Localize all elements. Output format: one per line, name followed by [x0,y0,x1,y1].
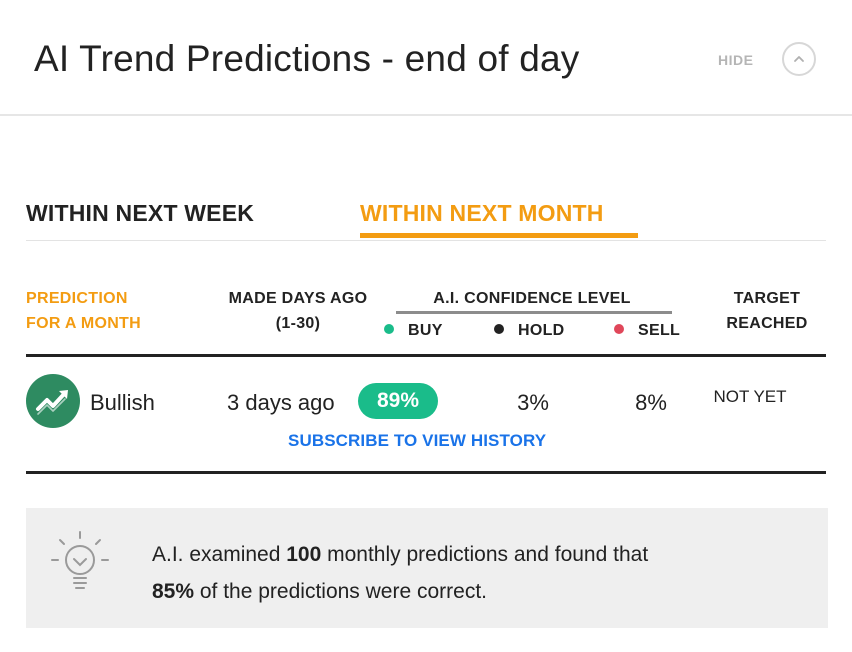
lightbulb-icon [51,531,109,589]
confidence-divider [396,311,672,314]
target-reached-value: NOT YET [713,387,787,406]
header-target-line2: REACHED [726,315,808,332]
hold-dot-icon [494,324,504,334]
tab-within-next-month[interactable]: WITHIN NEXT MONTH [360,200,604,227]
legend-sell: SELL [614,322,680,340]
header-made-days-ago: MADE DAYS AGO (1-30) [210,286,386,336]
timeframe-tabs: WITHIN NEXT WEEK WITHIN NEXT MONTH [26,198,826,241]
chevron-up-icon [794,56,804,62]
insight-text-c: of the predictions were correct. [194,580,487,603]
collapse-button[interactable] [782,42,816,76]
insight-box: A.I. examined 100 monthly predictions an… [26,508,828,628]
active-tab-indicator [360,233,638,238]
header-target-reached: TARGET REACHED [700,286,834,336]
header-prediction-line2: FOR A MONTH [26,315,141,332]
insight-text: A.I. examined 100 monthly predictions an… [152,536,802,610]
insight-text-b: monthly predictions and found that [321,543,649,566]
header-made-line1: MADE DAYS AGO [228,290,368,307]
header-prediction-line1: PREDICTION [26,290,128,307]
sell-confidence-value: 8% [635,390,667,415]
table-header-divider [26,354,826,357]
legend-buy: BUY [384,322,443,340]
insight-count: 100 [286,543,322,566]
legend-buy-label: BUY [408,322,443,339]
header-target-line1: TARGET [733,290,801,307]
insight-text-a: A.I. examined [152,543,287,566]
buy-dot-icon [384,324,394,334]
insight-percent: 85% [152,580,195,603]
widget-header: AI Trend Predictions - end of day HIDE [0,0,852,116]
subscribe-history-link[interactable]: SUBSCRIBE TO VIEW HISTORY [288,431,546,451]
header-prediction: PREDICTION FOR A MONTH [26,286,141,336]
trend-up-icon [26,374,80,428]
hold-confidence-value: 3% [517,390,549,415]
header-confidence-level: A.I. CONFIDENCE LEVEL [433,290,631,307]
prediction-value: Bullish [90,390,155,415]
header-made-line2: (1-30) [275,315,321,332]
tab-within-next-week[interactable]: WITHIN NEXT WEEK [26,200,254,227]
legend-hold: HOLD [494,322,565,340]
made-days-ago-value: 3 days ago [227,390,335,415]
sell-dot-icon [614,324,624,334]
legend-sell-label: SELL [638,322,681,339]
table-bottom-divider [26,471,826,474]
page-title: AI Trend Predictions - end of day [34,38,580,79]
legend-hold-label: HOLD [518,322,565,339]
buy-confidence-badge: 89% [358,383,438,419]
hide-button[interactable]: HIDE [718,52,753,68]
